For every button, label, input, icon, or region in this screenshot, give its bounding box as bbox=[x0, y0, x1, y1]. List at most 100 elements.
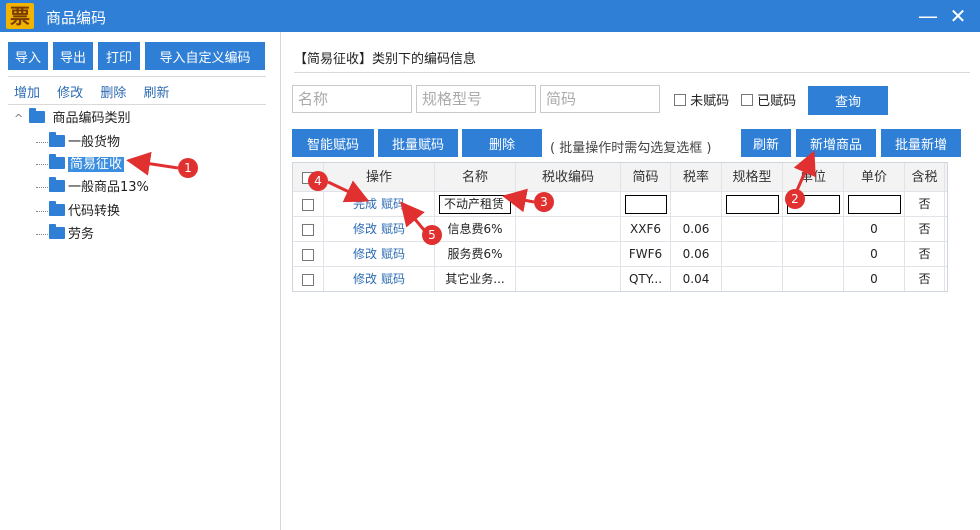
header-unit-price: 单价 bbox=[844, 163, 905, 192]
tree-item-code-conversion[interactable]: 代码转换 bbox=[36, 201, 120, 223]
assign-code-link[interactable]: 赋码 bbox=[381, 272, 405, 286]
header-name: 名称 bbox=[435, 163, 516, 192]
refresh-button[interactable]: 刷新 bbox=[741, 129, 791, 157]
unit-cell bbox=[783, 267, 844, 291]
close-icon[interactable]: ✕ bbox=[944, 2, 972, 30]
edit-category-link[interactable]: 修改 bbox=[57, 86, 83, 101]
delete-category-link[interactable]: 删除 bbox=[100, 86, 126, 101]
title-bar: 票 商品编码 — ✕ bbox=[0, 0, 980, 32]
assigned-label: 已赋码 bbox=[757, 94, 797, 109]
assign-code-link[interactable]: 赋码 bbox=[381, 247, 405, 261]
unit-cell bbox=[783, 242, 844, 267]
folder-icon bbox=[49, 154, 65, 169]
folder-icon bbox=[49, 224, 65, 239]
tree-item-labor[interactable]: 劳务 bbox=[36, 224, 94, 246]
name-edit-input[interactable]: 不动产租赁 bbox=[439, 195, 511, 214]
row-checkbox-cell[interactable] bbox=[293, 217, 324, 242]
folder-icon bbox=[49, 177, 65, 192]
unit-price-edit-input[interactable] bbox=[847, 195, 901, 214]
import-button[interactable]: 导入 bbox=[8, 42, 48, 70]
checkbox-icon[interactable] bbox=[741, 94, 753, 106]
row-checkbox-cell[interactable] bbox=[293, 267, 324, 291]
collapse-icon[interactable]: ^ bbox=[14, 112, 23, 125]
tree-item-simple-levy[interactable]: 简易征收 bbox=[36, 154, 125, 176]
unassigned-label: 未赋码 bbox=[690, 94, 730, 109]
row-checkbox[interactable] bbox=[302, 248, 314, 261]
unit-price-cell: 0 bbox=[844, 267, 905, 291]
add-product-button[interactable]: 新增商品 bbox=[796, 129, 876, 157]
name-cell: 不动产租赁 bbox=[435, 192, 516, 217]
tax-included-cell: 否 bbox=[905, 242, 945, 267]
smart-assign-button[interactable]: 智能赋码 bbox=[292, 129, 374, 157]
short-code-edit-input[interactable] bbox=[624, 195, 667, 214]
tax-rate-cell bbox=[671, 192, 722, 217]
spec-cell bbox=[722, 267, 783, 291]
unassigned-checkbox[interactable]: 未赋码 bbox=[674, 90, 729, 109]
edit-link[interactable]: 修改 bbox=[353, 272, 377, 286]
checkbox-icon[interactable] bbox=[674, 94, 686, 106]
divider bbox=[8, 76, 266, 77]
short-code-cell: QTY... bbox=[621, 267, 671, 291]
tree-root-label: 商品编码类别 bbox=[52, 111, 131, 126]
tree-item-label: 简易征收 bbox=[68, 157, 125, 172]
edit-link[interactable]: 修改 bbox=[353, 247, 377, 261]
tax-code-cell bbox=[516, 217, 621, 242]
import-custom-code-button[interactable]: 导入自定义编码 bbox=[145, 42, 265, 70]
folder-icon bbox=[49, 132, 65, 147]
delete-button[interactable]: 删除 bbox=[462, 129, 542, 157]
row-checkbox-cell[interactable] bbox=[293, 192, 324, 217]
assigned-checkbox[interactable]: 已赋码 bbox=[741, 90, 796, 109]
tax-rate-cell: 0.04 bbox=[671, 267, 722, 291]
annotation-badge-4: 4 bbox=[308, 171, 328, 191]
edit-link[interactable]: 修改 bbox=[353, 222, 377, 236]
operation-cell: 修改 赋码 bbox=[324, 242, 435, 267]
export-button[interactable]: 导出 bbox=[53, 42, 93, 70]
batch-add-button[interactable]: 批量新增 bbox=[881, 129, 961, 157]
row-checkbox[interactable] bbox=[302, 198, 314, 211]
finish-link[interactable]: 完成 bbox=[353, 197, 377, 211]
tree-item-general-13[interactable]: 一般商品13% bbox=[36, 177, 149, 199]
tree-item-label: 一般商品13% bbox=[68, 180, 149, 195]
spec-cell bbox=[722, 242, 783, 267]
row-checkbox[interactable] bbox=[302, 223, 314, 236]
name-input[interactable] bbox=[292, 85, 412, 113]
minimize-icon[interactable]: — bbox=[914, 2, 942, 30]
divider bbox=[294, 72, 970, 73]
row-checkbox-cell[interactable] bbox=[293, 242, 324, 267]
folder-icon bbox=[49, 201, 65, 216]
header-short-code: 简码 bbox=[621, 163, 671, 192]
tree-item-general-goods[interactable]: 一般货物 bbox=[36, 132, 120, 154]
row-checkbox[interactable] bbox=[302, 273, 314, 286]
spec-input[interactable] bbox=[416, 85, 536, 113]
short-code-cell: XXF6 bbox=[621, 217, 671, 242]
tree-item-label: 劳务 bbox=[68, 227, 95, 242]
unit-price-cell: 0 bbox=[844, 242, 905, 267]
annotation-badge-5: 5 bbox=[422, 225, 442, 245]
refresh-category-link[interactable]: 刷新 bbox=[143, 86, 169, 101]
header-tax-included: 含税 bbox=[905, 163, 945, 192]
print-button[interactable]: 打印 bbox=[98, 42, 140, 70]
header-unit: 单位 bbox=[783, 163, 844, 192]
tax-rate-cell: 0.06 bbox=[671, 217, 722, 242]
unit-price-cell: 0 bbox=[844, 217, 905, 242]
query-button[interactable]: 查询 bbox=[808, 86, 888, 115]
add-category-link[interactable]: 增加 bbox=[14, 86, 40, 101]
assign-code-link[interactable]: 赋码 bbox=[381, 197, 405, 211]
header-preferential: 优 bbox=[945, 163, 947, 192]
spec-cell bbox=[722, 192, 783, 217]
tree-root[interactable]: ^ 商品编码类别 bbox=[14, 108, 131, 130]
tax-code-cell bbox=[516, 242, 621, 267]
name-cell: 信息费6% bbox=[435, 217, 516, 242]
assign-code-link[interactable]: 赋码 bbox=[381, 222, 405, 236]
operation-cell: 修改 赋码 bbox=[324, 267, 435, 291]
batch-assign-button[interactable]: 批量赋码 bbox=[378, 129, 458, 157]
category-actions: 增加 修改 删除 刷新 bbox=[14, 82, 182, 101]
spec-edit-input[interactable] bbox=[725, 195, 779, 214]
tree-item-label: 代码转换 bbox=[68, 204, 121, 219]
short-code-input[interactable] bbox=[540, 85, 660, 113]
annotation-badge-2: 2 bbox=[785, 189, 805, 209]
code-table: 操作 名称 税收编码 简码 税率 规格型 单位 单价 含税 优 完成赋码 不动产… bbox=[292, 162, 948, 292]
name-cell: 服务费6% bbox=[435, 242, 516, 267]
unit-price-cell bbox=[844, 192, 905, 217]
category-pane: 导入 导出 打印 导入自定义编码 增加 修改 删除 刷新 ^ 商品编码类别 一般… bbox=[0, 32, 281, 530]
